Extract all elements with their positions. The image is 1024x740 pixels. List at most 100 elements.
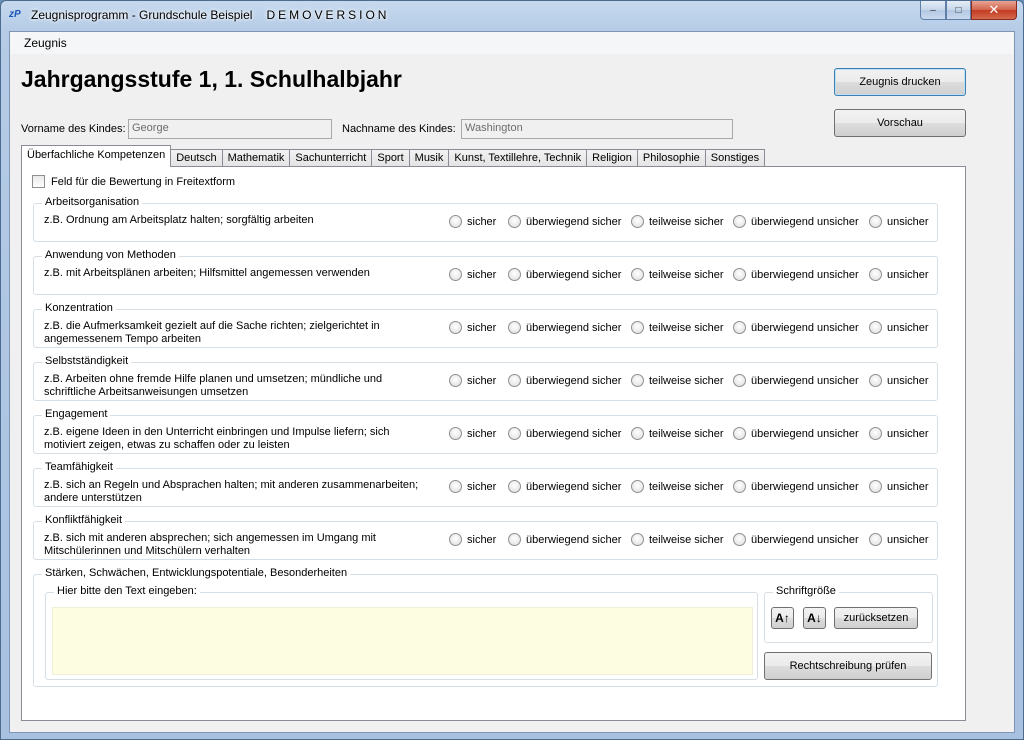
rating-radio[interactable]: sicher [449,321,496,334]
tab-religion[interactable]: Religion [586,149,638,167]
tab-sachunterricht[interactable]: Sachunterricht [289,149,373,167]
rating-radio[interactable]: teilweise sicher [631,268,724,281]
tab-ueberfachliche-kompetenzen[interactable]: Überfachliche Kompetenzen [21,145,172,167]
radio-label: teilweise sicher [649,268,724,281]
strengths-group: Stärken, Schwächen, Entwicklungspotentia… [33,567,938,687]
font-increase-button[interactable]: A↑ [771,607,794,629]
competency-description: z.B. die Aufmerksamkeit gezielt auf die … [44,320,380,345]
rating-radio[interactable]: überwiegend unsicher [733,374,859,387]
rating-radio[interactable]: unsicher [869,215,929,228]
rating-radio[interactable]: teilweise sicher [631,374,724,387]
radio-circle-icon [631,374,644,387]
competency-title: Teamfähigkeit [42,461,116,473]
rating-radio[interactable]: sicher [449,427,496,440]
rating-radio[interactable]: sicher [449,268,496,281]
page-title: Jahrgangsstufe 1, 1. Schulhalbjahr [21,66,402,92]
radio-label: sicher [467,427,497,440]
tab-deutsch[interactable]: Deutsch [170,149,223,167]
radio-circle-icon [508,215,521,228]
print-report-button[interactable]: Zeugnis drucken [834,68,966,96]
reset-font-button[interactable]: zurücksetzen [834,607,918,629]
window-title: Zeugnisprogramm - Grundschule Beispiel DE… [31,8,390,22]
rating-radio[interactable]: überwiegend sicher [508,321,621,334]
rating-radio[interactable]: teilweise sicher [631,215,724,228]
rating-radio[interactable]: überwiegend sicher [508,480,621,493]
menu-zeugnis[interactable]: Zeugnis [16,36,75,50]
competency-title: Selbstständigkeit [42,355,132,367]
tab-musik[interactable]: Musik [408,149,450,167]
radio-label: sicher [467,321,497,334]
close-button[interactable]: ✕ [971,1,1017,20]
competency-description: z.B. Ordnung am Arbeitsplatz halten; sor… [44,214,314,226]
rating-radio[interactable]: überwiegend unsicher [733,533,859,546]
first-name-field[interactable]: George [128,119,332,139]
radio-circle-icon [869,321,882,334]
minimize-button[interactable]: – [920,1,946,20]
radio-circle-icon [508,268,521,281]
menu-bar: Zeugnis [10,32,1014,54]
radio-circle-icon [869,374,882,387]
freitext-checkbox[interactable] [32,175,45,188]
rating-radio[interactable]: teilweise sicher [631,533,724,546]
last-name-field[interactable]: Washington [461,119,733,139]
preview-button[interactable]: Vorschau [834,109,966,137]
rating-radio[interactable]: unsicher [869,321,929,334]
rating-radio[interactable]: überwiegend sicher [508,533,621,546]
rating-radio[interactable]: teilweise sicher [631,480,724,493]
rating-radio[interactable]: überwiegend unsicher [733,321,859,334]
rating-radio[interactable]: überwiegend unsicher [733,427,859,440]
rating-radio[interactable]: sicher [449,374,496,387]
radio-circle-icon [449,427,462,440]
rating-radio[interactable]: überwiegend unsicher [733,268,859,281]
demo-label: DEMOVERSION [266,8,390,22]
first-name-label: Vorname des Kindes: [21,123,126,135]
radio-label: überwiegend sicher [526,321,622,334]
rating-radio[interactable]: überwiegend unsicher [733,480,859,493]
tab-kunst-textillehre-technik[interactable]: Kunst, Textillehre, Technik [448,149,588,167]
competency-description: z.B. sich an Regeln und Absprachen halte… [44,479,419,504]
rating-radio[interactable]: überwiegend unsicher [733,215,859,228]
rating-radio[interactable]: unsicher [869,533,929,546]
radio-circle-icon [869,268,882,281]
font-decrease-button[interactable]: A↓ [803,607,826,629]
spellcheck-button[interactable]: Rechtschreibung prüfen [764,652,932,680]
radio-label: überwiegend sicher [526,268,622,281]
rating-radio[interactable]: unsicher [869,374,929,387]
radio-circle-icon [733,321,746,334]
tab-philosophie[interactable]: Philosophie [636,149,706,167]
rating-radio[interactable]: unsicher [869,268,929,281]
rating-radio[interactable]: sicher [449,533,496,546]
radio-circle-icon [508,427,521,440]
radio-label: teilweise sicher [649,374,724,387]
radio-circle-icon [631,268,644,281]
rating-radio[interactable]: sicher [449,215,496,228]
rating-radio[interactable]: unsicher [869,480,929,493]
competency-description: z.B. mit Arbeitsplänen arbeiten; Hilfsmi… [44,267,370,279]
maximize-button[interactable]: □ [946,1,971,20]
rating-radio[interactable]: überwiegend sicher [508,374,621,387]
rating-radio[interactable]: überwiegend sicher [508,427,621,440]
rating-radio[interactable]: teilweise sicher [631,321,724,334]
last-name-label: Nachname des Kindes: [342,123,456,135]
tab-mathematik[interactable]: Mathematik [221,149,291,167]
tab-sonstiges[interactable]: Sonstiges [704,149,766,167]
app-icon: zP [9,9,21,20]
rating-radio[interactable]: überwiegend sicher [508,215,621,228]
rating-radio[interactable]: überwiegend sicher [508,268,621,281]
radio-label: überwiegend unsicher [751,321,859,334]
radio-label: sicher [467,533,497,546]
radio-circle-icon [631,321,644,334]
radio-label: überwiegend sicher [526,215,622,228]
radio-label: sicher [467,374,497,387]
title-bar[interactable]: zP Zeugnisprogramm - Grundschule Beispie… [1,1,1023,31]
rating-radio[interactable]: teilweise sicher [631,427,724,440]
radio-circle-icon [449,480,462,493]
competency-group: Teamfähigkeit z.B. sich an Regeln und Abs… [33,461,938,507]
tab-panel: Feld für die Bewertung in Freitextform A… [21,166,966,721]
tab-sport[interactable]: Sport [371,149,410,167]
radio-circle-icon [508,321,521,334]
rating-radio[interactable]: sicher [449,480,496,493]
radio-label: unsicher [887,268,929,281]
strengths-textarea[interactable] [52,607,753,675]
rating-radio[interactable]: unsicher [869,427,929,440]
